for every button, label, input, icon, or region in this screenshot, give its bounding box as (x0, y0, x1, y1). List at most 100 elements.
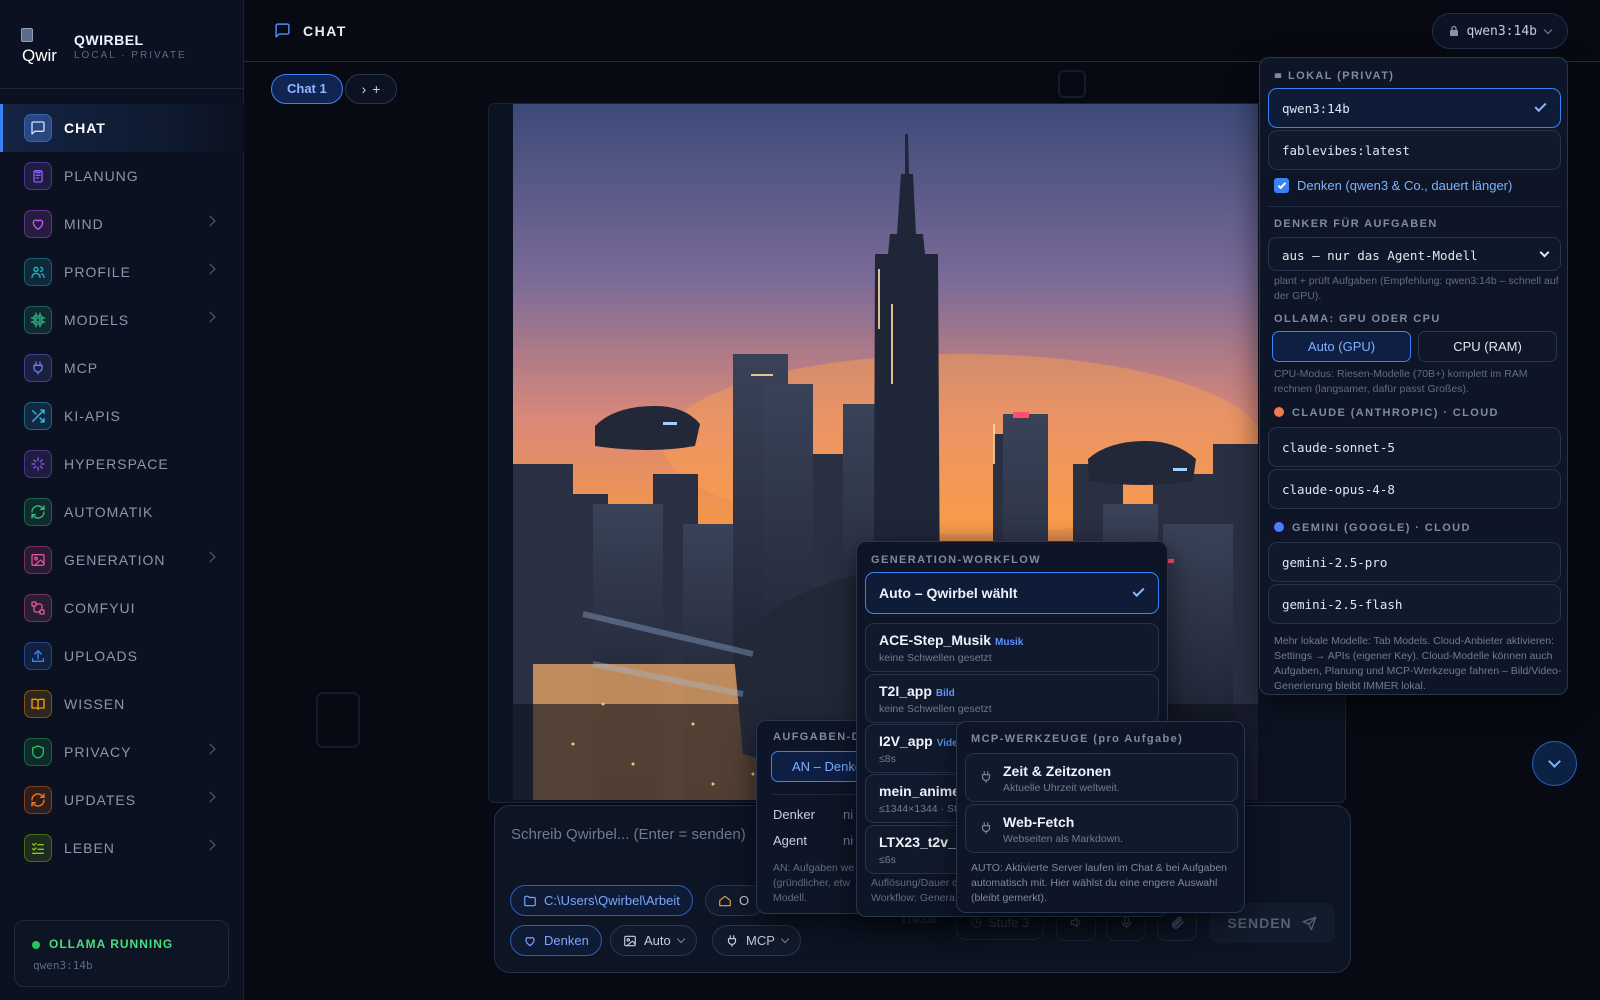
model-selector-panel: LOKAL (PRIVAT) qwen3:14b fablevibes:late… (1259, 57, 1568, 695)
model-option-qwen3-14b[interactable]: qwen3:14b (1268, 88, 1561, 128)
upload-icon (24, 642, 52, 670)
cpu-icon (24, 306, 52, 334)
sidebar-item-label: LEBEN (64, 840, 115, 856)
denker-select[interactable]: aus – nur das Agent-Modell (1268, 237, 1561, 271)
workflow-tag: Bild (935, 688, 955, 699)
mcp-note: AUTO: Aktivierte Server laufen im Chat &… (971, 862, 1228, 904)
sidebar-item-hyperspace[interactable]: HYPERSPACE (0, 440, 244, 488)
sidebar: Qwir QWIRBEL LOCAL · PRIVATE CHAT PLANUNG… (0, 0, 244, 1000)
workflow-name: mein_anime_ (879, 783, 968, 799)
scroll-down-button[interactable] (1532, 741, 1577, 786)
mcp-tool-name: Zeit & Zeitzonen (1003, 763, 1112, 779)
sidebar-item-profile[interactable]: PROFILE (0, 248, 244, 296)
sidebar-item-label: PLANUNG (64, 168, 139, 184)
sidebar-item-chat[interactable]: CHAT (0, 104, 244, 152)
sparkle-icon (24, 450, 52, 478)
workflow-name: I2V_app Vide (879, 733, 958, 749)
model-name: qwen3:14b (1282, 101, 1350, 116)
new-chat-tab-button[interactable]: › + (345, 74, 397, 104)
sidebar-item-models[interactable]: MODELS (0, 296, 244, 344)
sidebar-item-label: MODELS (64, 312, 130, 328)
sidebar-item-planung[interactable]: PLANUNG (0, 152, 244, 200)
watermark-icon (1058, 70, 1086, 98)
model-name: claude-sonnet-5 (1282, 440, 1395, 455)
think-toggle[interactable]: Denken (510, 925, 602, 956)
cpu-ram-button[interactable]: CPU (RAM) (1418, 331, 1557, 362)
mcp-tool-time[interactable]: Zeit & Zeitzonen Aktuelle Uhrzeit weltwe… (965, 753, 1238, 802)
model-option-claude-sonnet[interactable]: claude-sonnet-5 (1268, 427, 1561, 467)
sidebar-item-automatik[interactable]: AUTOMATIK (0, 488, 244, 536)
checkmark-icon (1132, 584, 1145, 598)
sidebar-item-updates[interactable]: UPDATES (0, 776, 244, 824)
heart-icon (525, 936, 535, 946)
send-label: SENDEN (1227, 915, 1292, 931)
sidebar-item-ki-apis[interactable]: KI-APIS (0, 392, 244, 440)
workdir-button[interactable]: C:\Users\Qwirbel\Arbeit (510, 885, 693, 916)
refresh-icon (24, 498, 52, 526)
workflow-sub: ≤1344×1344 · St (879, 803, 957, 815)
sidebar-item-label: GENERATION (64, 552, 166, 568)
image-icon (24, 546, 52, 574)
workflow-sub: keine Schwellen gesetzt (879, 652, 992, 664)
app-logo: Qwir (20, 26, 62, 66)
chat-icon (24, 114, 52, 142)
workflow-option[interactable]: ACE-Step_Musik Musik keine Schwellen geset… (865, 623, 1159, 672)
workflow-sub: ≤6s (879, 854, 896, 866)
claude-dot (1274, 407, 1284, 417)
logo-alt-text: Qwir (22, 46, 57, 65)
model-option-claude-opus[interactable]: claude-opus-4-8 (1268, 469, 1561, 509)
sidebar-item-label: MIND (64, 216, 104, 232)
denker-title: DENKER FÜR AUFGABEN (1274, 218, 1438, 230)
workflow-name: LTX23_t2v_a (879, 834, 964, 850)
workflow-option[interactable]: Auto – Qwirbel wählt (865, 572, 1159, 614)
sidebar-nav: CHAT PLANUNG MIND PROFILE MODELS MCP KI-APIS HY… (0, 104, 244, 904)
think-label: Denken (544, 933, 589, 948)
think-checkbox-row[interactable]: Denken (qwen3 & Co., dauert länger) (1274, 178, 1512, 193)
chevron-right-icon (204, 743, 216, 755)
status-dot (32, 941, 40, 949)
workflow-name-text: LTX23_t2v_a (879, 834, 964, 850)
paperclip-icon (1171, 916, 1184, 929)
gpu-auto-button[interactable]: Auto (GPU) (1272, 331, 1411, 362)
divider (0, 88, 244, 89)
sidebar-item-label: UPDATES (64, 792, 137, 808)
sidebar-item-privacy[interactable]: PRIVACY (0, 728, 244, 776)
model-option-gemini-flash[interactable]: gemini-2.5-flash (1268, 584, 1561, 624)
sidebar-item-mind[interactable]: MIND (0, 200, 244, 248)
status-model: qwen3:14b (33, 959, 93, 972)
generation-mode-dropdown[interactable]: Auto (610, 925, 697, 956)
message-input[interactable]: Schreib Qwirbel... (Enter = senden) (511, 826, 746, 843)
sidebar-item-generation[interactable]: GENERATION (0, 536, 244, 584)
chevron-right-icon (204, 215, 216, 227)
thinker-row-value: ni (843, 807, 854, 822)
plus-icon: + (372, 81, 381, 97)
model-name: fablevibes:latest (1282, 143, 1410, 158)
sidebar-item-wissen[interactable]: WISSEN (0, 680, 244, 728)
denker-hint: plant + prüft Aufgaben (Empfehlung: qwen… (1274, 275, 1559, 302)
sidebar-item-comfyui[interactable]: COMFYUI (0, 584, 244, 632)
clipboard-watermark-icon (316, 692, 360, 748)
mcp-tool-webfetch[interactable]: Web-Fetch Webseiten als Markdown. (965, 804, 1238, 853)
mcp-dropdown[interactable]: MCP (712, 925, 801, 956)
tab-chat-1[interactable]: Chat 1 (271, 74, 343, 104)
list-check-icon (24, 834, 52, 862)
model-option-fablevibes[interactable]: fablevibes:latest (1268, 130, 1561, 170)
think-checkbox[interactable] (1274, 178, 1289, 193)
workflow-name: Auto – Qwirbel wählt (879, 585, 1017, 601)
model-selector-button[interactable]: qwen3:14b (1431, 13, 1568, 49)
chevron-down-icon (676, 934, 685, 944)
mcp-tool-name: Web-Fetch (1003, 814, 1075, 830)
model-option-gemini-pro[interactable]: gemini-2.5-pro (1268, 542, 1561, 582)
sidebar-item-mcp[interactable]: MCP (0, 344, 244, 392)
top-header: CHAT qwen3:14b (244, 0, 1600, 62)
plug-icon (981, 771, 991, 783)
status-label: OLLAMA RUNNING (49, 937, 174, 951)
plug-icon (981, 822, 991, 834)
sidebar-item-label: PRIVACY (64, 744, 132, 760)
shield-icon (24, 738, 52, 766)
sidebar-item-uploads[interactable]: UPLOADS (0, 632, 244, 680)
workflow-option[interactable]: T2I_app Bild keine Schwellen gesetzt (865, 674, 1159, 723)
sidebar-item-leben[interactable]: LEBEN (0, 824, 244, 872)
plug-icon (24, 354, 52, 382)
workflow-name-text: Auto – Qwirbel wählt (879, 585, 1018, 601)
